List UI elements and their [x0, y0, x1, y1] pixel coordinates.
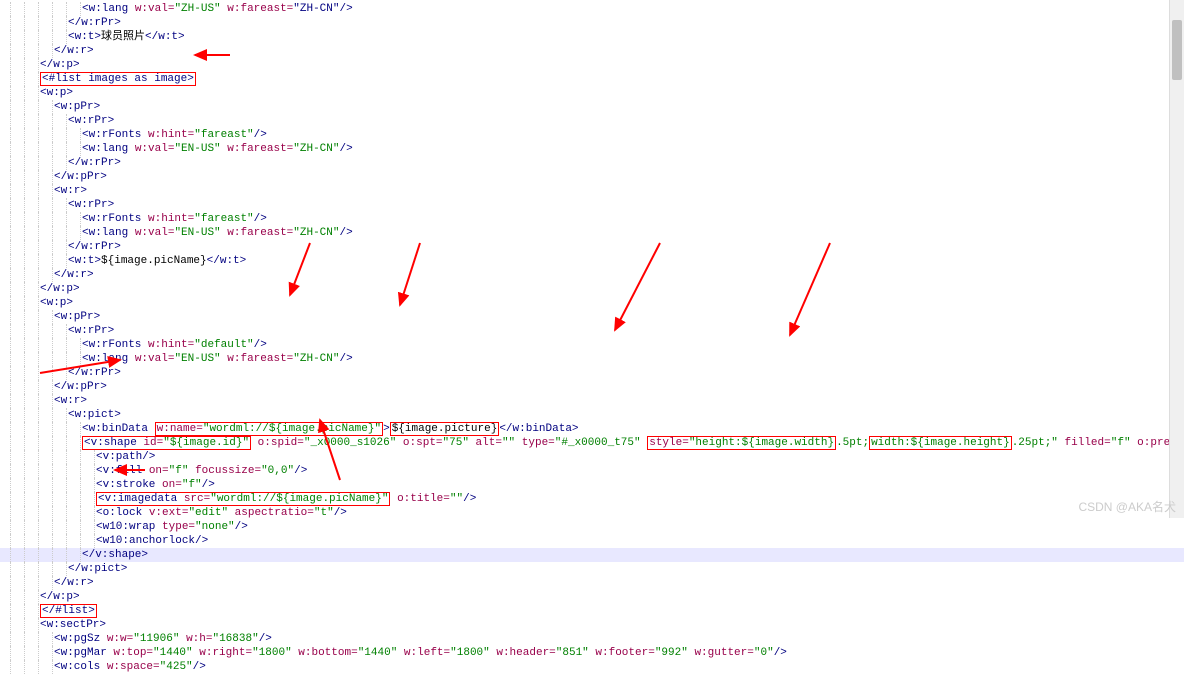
code-content: <v:imagedata src="wordml://${image.picNa…	[96, 492, 476, 506]
code-line: </v:shape>	[0, 548, 1184, 562]
code-content: <w10:wrap type="none"/>	[96, 521, 248, 533]
code-content: </w:pPr>	[54, 171, 107, 183]
code-line: <#list images as image>	[0, 72, 1184, 86]
code-content: <w:r>	[54, 395, 87, 407]
code-content: <w:rFonts w:hint="fareast"/>	[82, 129, 267, 141]
code-content: </#list>	[40, 604, 97, 618]
scrollbar-thumb[interactable]	[1172, 20, 1182, 80]
code-line: <w:rPr>	[0, 114, 1184, 128]
code-content: <w10:anchorlock/>	[96, 535, 208, 547]
code-content: <w:rPr>	[68, 325, 114, 337]
code-line: </w:pPr>	[0, 170, 1184, 184]
code-line: </w:p>	[0, 58, 1184, 72]
code-line: <w:rPr>	[0, 324, 1184, 338]
code-content: <w:r>	[54, 185, 87, 197]
code-content: </w:pict>	[68, 563, 127, 575]
code-content: <v:fill on="f" focussize="0,0"/>	[96, 465, 307, 477]
code-line: <w:lang w:val="EN-US" w:fareast="ZH-CN"/…	[0, 142, 1184, 156]
code-content: <w:cols w:space="425"/>	[54, 661, 206, 673]
code-content: <w:rFonts w:hint="default"/>	[82, 339, 267, 351]
code-line: </w:p>	[0, 590, 1184, 604]
code-content: </w:r>	[54, 269, 94, 281]
code-content: <w:t>${image.picName}</w:t>	[68, 255, 246, 267]
code-line: </w:p>	[0, 282, 1184, 296]
code-line: </w:pict>	[0, 562, 1184, 576]
code-content: <w:pict>	[68, 409, 121, 421]
code-content: <w:lang w:val="EN-US" w:fareast="ZH-CN"/…	[82, 353, 353, 365]
code-line: </w:pPr>	[0, 380, 1184, 394]
code-line: </w:r>	[0, 44, 1184, 58]
code-line: <w:pgMar w:top="1440" w:right="1800" w:b…	[0, 646, 1184, 660]
code-content: <w:pPr>	[54, 311, 100, 323]
code-content: </w:r>	[54, 45, 94, 57]
code-content: <w:binData w:name="wordml://${image.picN…	[82, 422, 579, 436]
code-line: </w:r>	[0, 268, 1184, 282]
code-line: <w:sectPr>	[0, 618, 1184, 632]
code-line: <w:lang w:val="EN-US" w:fareast="ZH-CN"/…	[0, 226, 1184, 240]
code-line: <w:binData w:name="wordml://${image.picN…	[0, 422, 1184, 436]
code-line: <w:rPr>	[0, 198, 1184, 212]
code-line: <w:rFonts w:hint="default"/>	[0, 338, 1184, 352]
code-content: <w:pgMar w:top="1440" w:right="1800" w:b…	[54, 647, 787, 659]
code-content: </w:rPr>	[68, 367, 121, 379]
code-content: <w:p>	[40, 297, 73, 309]
code-line: <w:rFonts w:hint="fareast"/>	[0, 128, 1184, 142]
code-line: </#list>	[0, 604, 1184, 618]
code-content: <w:t>球员照片</w:t>	[68, 31, 185, 43]
code-line: <v:stroke on="f"/>	[0, 478, 1184, 492]
code-line: <w:t>球员照片</w:t>	[0, 30, 1184, 44]
code-content: </w:pPr>	[54, 381, 107, 393]
code-line: <w:p>	[0, 296, 1184, 310]
code-line: <w:pict>	[0, 408, 1184, 422]
code-content: <w:p>	[40, 87, 73, 99]
code-content: <w:rPr>	[68, 115, 114, 127]
code-line: <w:pPr>	[0, 100, 1184, 114]
code-line: <w10:anchorlock/>	[0, 534, 1184, 548]
code-line: </w:rPr>	[0, 366, 1184, 380]
xml-code-block: <w:lang w:val="ZH-US" w:fareast="ZH-CN"/…	[0, 0, 1184, 676]
code-content: </w:r>	[54, 577, 94, 589]
code-content: <v:path/>	[96, 451, 155, 463]
code-line: <w:pPr>	[0, 310, 1184, 324]
code-line: <w:r>	[0, 184, 1184, 198]
code-content: </w:rPr>	[68, 157, 121, 169]
code-content: <w:sectPr>	[40, 619, 106, 631]
watermark: CSDN @AKA名犬	[1078, 500, 1176, 514]
code-content: <w:rFonts w:hint="fareast"/>	[82, 213, 267, 225]
code-line: <v:imagedata src="wordml://${image.picNa…	[0, 492, 1184, 506]
code-line: <w:lang w:val="EN-US" w:fareast="ZH-CN"/…	[0, 352, 1184, 366]
code-content: <w:pPr>	[54, 101, 100, 113]
code-line: </w:rPr>	[0, 156, 1184, 170]
code-line: <w:r>	[0, 394, 1184, 408]
code-line: <v:fill on="f" focussize="0,0"/>	[0, 464, 1184, 478]
code-content: <w:lang w:val="EN-US" w:fareast="ZH-CN"/…	[82, 227, 353, 239]
code-line: <v:path/>	[0, 450, 1184, 464]
code-content: </w:rPr>	[68, 17, 121, 29]
code-content: <w:lang w:val="ZH-US" w:fareast="ZH-CN"/…	[82, 3, 353, 15]
code-content: </v:shape>	[82, 549, 148, 561]
code-content: </w:rPr>	[68, 241, 121, 253]
code-line: <w:p>	[0, 86, 1184, 100]
code-content: <w:lang w:val="EN-US" w:fareast="ZH-CN"/…	[82, 143, 353, 155]
code-line: <w:rFonts w:hint="fareast"/>	[0, 212, 1184, 226]
code-content: </w:p>	[40, 59, 80, 71]
vertical-scrollbar[interactable]	[1169, 0, 1184, 518]
code-line: </w:rPr>	[0, 240, 1184, 254]
code-line: <w:t>${image.picName}</w:t>	[0, 254, 1184, 268]
code-line: </w:rPr>	[0, 16, 1184, 30]
code-content: <w:pgSz w:w="11906" w:h="16838"/>	[54, 633, 272, 645]
code-content: <v:stroke on="f"/>	[96, 479, 215, 491]
code-line: </w:r>	[0, 576, 1184, 590]
code-content: </w:p>	[40, 591, 80, 603]
code-line: <w:lang w:val="ZH-US" w:fareast="ZH-CN"/…	[0, 2, 1184, 16]
code-content: <o:lock v:ext="edit" aspectratio="t"/>	[96, 507, 347, 519]
code-line: <w10:wrap type="none"/>	[0, 520, 1184, 534]
code-content: </w:p>	[40, 283, 80, 295]
code-line: <w:cols w:space="425"/>	[0, 660, 1184, 674]
code-line: <v:shape id="${image.id}" o:spid="_x0000…	[0, 436, 1184, 450]
code-content: <v:shape id="${image.id}" o:spid="_x0000…	[82, 436, 1184, 450]
code-content: <#list images as image>	[40, 72, 196, 86]
code-content: <w:rPr>	[68, 199, 114, 211]
code-line: <w:pgSz w:w="11906" w:h="16838"/>	[0, 632, 1184, 646]
